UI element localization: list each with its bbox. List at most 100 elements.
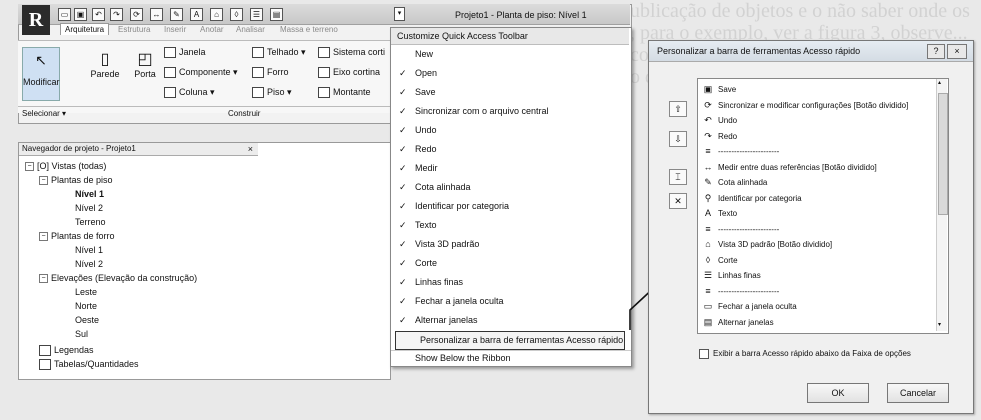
menu-item-linhas-finas[interactable]: ✓ Linhas finas (391, 274, 631, 291)
app-menu-button[interactable]: R (22, 5, 50, 35)
porta-button[interactable]: ◰ Porta (130, 49, 160, 79)
menu-item-sincronizar-com-o-arquivo-central[interactable]: ✓ Sincronizar com o arquivo central (391, 103, 631, 120)
text-icon[interactable]: A (190, 8, 203, 21)
tree-item-oeste[interactable]: Oeste (75, 315, 99, 325)
tree-item-norte[interactable]: Norte (75, 301, 97, 311)
list-item[interactable]: ☰ Linhas finas (702, 268, 761, 282)
sync-icon[interactable]: ⟳ (130, 8, 143, 21)
redo-icon[interactable]: ↷ (110, 8, 123, 21)
telhado-button[interactable]: Telhado ▾ (252, 47, 306, 59)
open-icon[interactable]: ▭ (58, 8, 71, 21)
tree-item-plantas-forro[interactable]: − Plantas de forro (39, 231, 115, 242)
sistema-cortina-button[interactable]: Sistema corti (318, 47, 385, 59)
modificar-button[interactable]: ↖ Modificar (22, 47, 60, 101)
list-item[interactable]: ✎ Cota alinhada (702, 175, 767, 189)
menu-item-redo[interactable]: ✓ Redo (391, 141, 631, 158)
list-item[interactable]: ▭ Fechar a janela oculta (702, 299, 797, 313)
add-separator-icon[interactable]: ⌶ (669, 169, 687, 185)
tab-estrutura[interactable]: Estrutura (118, 25, 150, 34)
save-icon[interactable]: ▣ (74, 8, 87, 21)
measure-icon[interactable]: ↔ (150, 8, 163, 21)
list-item[interactable]: ≡ ----------------------- (702, 284, 779, 298)
forro-button[interactable]: Forro (252, 67, 289, 79)
tree-item-tabelas[interactable]: Tabelas/Quantidades (39, 359, 139, 371)
aligned-dimension-icon[interactable]: ✎ (170, 8, 183, 21)
tab-analisar[interactable]: Analisar (236, 25, 265, 34)
close-icon[interactable]: × (248, 143, 253, 155)
list-item[interactable]: ↶ Undo (702, 113, 737, 127)
collapse-icon[interactable]: − (39, 176, 48, 186)
tree-item-legendas[interactable]: Legendas (39, 345, 94, 357)
list-item[interactable]: A Texto (702, 206, 737, 220)
collapse-icon[interactable]: − (39, 232, 48, 242)
piso-button[interactable]: Piso ▾ (252, 87, 292, 99)
section-icon[interactable]: ◊ (230, 8, 243, 21)
undo-icon[interactable]: ↶ (92, 8, 105, 21)
menu-item-cota-alinhada[interactable]: ✓ Cota alinhada (391, 179, 631, 196)
tree-item-plantas-piso[interactable]: − Plantas de piso (39, 175, 113, 186)
menu-item-undo[interactable]: ✓ Undo (391, 122, 631, 139)
menu-item-new[interactable]: New (391, 46, 631, 63)
menu-item-personalizar[interactable]: Personalizar a barra de ferramentas Aces… (395, 331, 625, 350)
janela-button[interactable]: Janela (164, 47, 206, 59)
menu-item-vista-3d-padr-o[interactable]: ✓ Vista 3D padrão (391, 236, 631, 253)
remove-icon[interactable]: ✕ (669, 193, 687, 209)
thin-lines-icon[interactable]: ☰ (250, 8, 263, 21)
menu-item-corte[interactable]: ✓ Corte (391, 255, 631, 272)
collapse-icon[interactable]: − (39, 274, 48, 284)
list-scrollbar[interactable]: ▴ ▾ (936, 79, 948, 331)
list-item[interactable]: ↔ Medir entre duas referências [Botão div… (702, 160, 877, 174)
close-icon[interactable]: × (947, 44, 967, 59)
list-item[interactable]: ▤ Alternar janelas (702, 315, 774, 329)
menu-item-identificar-por-categoria[interactable]: ✓ Identificar por categoria (391, 198, 631, 215)
coluna-button[interactable]: Coluna ▾ (164, 87, 215, 99)
tree-item-forro-nivel1[interactable]: Nível 1 (75, 245, 103, 255)
menu-item-show-below[interactable]: Show Below the Ribbon (391, 350, 631, 367)
drawing-canvas[interactable] (258, 142, 391, 380)
eixo-cortina-button[interactable]: Eixo cortina (318, 67, 380, 79)
scroll-up-icon[interactable]: ▴ (938, 79, 941, 86)
list-item[interactable]: ◊ Corte (702, 253, 738, 267)
list-item[interactable]: ⟳ Sincronizar e modificar configurações [… (702, 98, 908, 112)
collapse-icon[interactable]: − (25, 162, 34, 172)
scroll-thumb[interactable] (938, 93, 948, 215)
menu-item-open[interactable]: ✓ Open (391, 65, 631, 82)
scroll-down-icon[interactable]: ▾ (938, 321, 941, 328)
montante-button[interactable]: Montante (318, 87, 371, 99)
tree-item-nivel2[interactable]: Nível 2 (75, 203, 103, 213)
move-up-icon[interactable]: ⇧ (669, 101, 687, 117)
menu-item-save[interactable]: ✓ Save (391, 84, 631, 101)
move-down-icon[interactable]: ⇩ (669, 131, 687, 147)
tree-item-forro-nivel2[interactable]: Nível 2 (75, 259, 103, 269)
menu-item-medir[interactable]: ✓ Medir (391, 160, 631, 177)
tab-massa-terreno[interactable]: Massa e terreno (280, 25, 338, 34)
qat-dropdown-icon[interactable]: ▾ (394, 7, 405, 21)
list-item[interactable]: ▣ Save (702, 82, 737, 96)
cancel-button[interactable]: Cancelar (887, 383, 949, 403)
componente-button[interactable]: Componente ▾ (164, 67, 238, 79)
tree-item-nivel1[interactable]: Nível 1 (75, 189, 104, 199)
help-icon[interactable]: ? (927, 44, 945, 59)
list-item[interactable]: ⚲ Identificar por categoria (702, 191, 802, 205)
tree-item-sul[interactable]: Sul (75, 329, 88, 339)
show-below-checkbox[interactable] (699, 349, 709, 359)
tree-item-elevacoes[interactable]: − Elevações (Elevação da construção) (39, 273, 197, 284)
selecionar-dropdown[interactable]: Selecionar ▾ (22, 109, 66, 118)
tab-arquitetura[interactable]: Arquitetura (60, 23, 110, 35)
tab-anotar[interactable]: Anotar (200, 25, 224, 34)
list-item[interactable]: ↷ Redo (702, 129, 737, 143)
menu-item-texto[interactable]: ✓ Texto (391, 217, 631, 234)
tree-item-vistas[interactable]: − [O] Vistas (todas) (25, 161, 106, 172)
switch-windows-icon[interactable]: ▤ (270, 8, 283, 21)
tree-item-leste[interactable]: Leste (75, 287, 97, 297)
list-item[interactable]: ≡ ----------------------- (702, 222, 779, 236)
menu-item-alternar-janelas[interactable]: ✓ Alternar janelas (391, 312, 631, 329)
qat-command-list[interactable]: ▣ Save ⟳ Sincronizar e modificar configuraç… (697, 78, 949, 334)
3d-view-icon[interactable]: ⌂ (210, 8, 223, 21)
list-item[interactable]: ≡ ----------------------- (702, 144, 779, 158)
parede-button[interactable]: ▯ Parede (88, 49, 122, 79)
show-below-checkbox-row[interactable]: Exibir a barra Acesso rápido abaixo da F… (699, 349, 911, 359)
ok-button[interactable]: OK (807, 383, 869, 403)
list-item[interactable]: ⌂ Vista 3D padrão [Botão dividido] (702, 237, 832, 251)
tab-inserir[interactable]: Inserir (164, 25, 186, 34)
